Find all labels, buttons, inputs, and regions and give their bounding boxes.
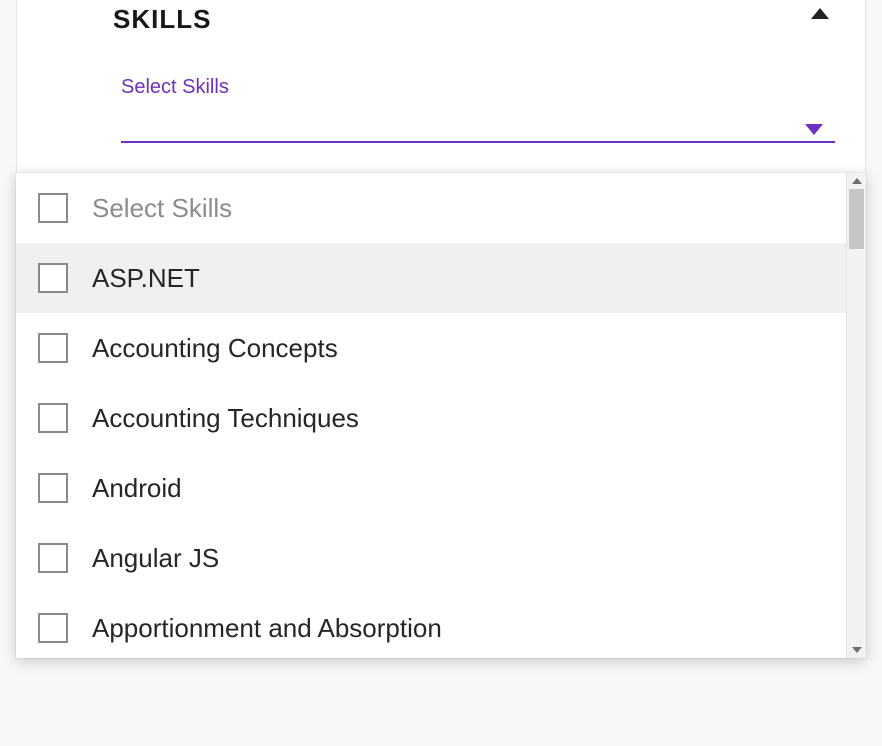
option-label: Accounting Concepts bbox=[92, 333, 338, 364]
checkbox-icon[interactable] bbox=[38, 613, 68, 643]
option-label: Android bbox=[92, 473, 182, 504]
dropdown-options: Select Skills ASP.NET Accounting Concepts A… bbox=[16, 173, 846, 658]
section-title: SKILLS bbox=[113, 0, 865, 35]
skills-select[interactable]: Select Skills bbox=[121, 76, 835, 143]
dropdown-option[interactable]: ASP.NET bbox=[16, 243, 846, 313]
option-label: ASP.NET bbox=[92, 263, 200, 294]
checkbox-icon[interactable] bbox=[38, 263, 68, 293]
option-label: Select Skills bbox=[92, 193, 232, 224]
checkbox-icon[interactable] bbox=[38, 473, 68, 503]
card-header: SKILLS bbox=[17, 0, 865, 35]
checkbox-icon[interactable] bbox=[38, 193, 68, 223]
dropdown-option[interactable]: Accounting Techniques bbox=[16, 383, 846, 453]
select-label: Select Skills bbox=[121, 76, 835, 99]
dropdown-option[interactable]: Accounting Concepts bbox=[16, 313, 846, 383]
dropdown-option[interactable]: Angular JS bbox=[16, 523, 846, 593]
checkbox-icon[interactable] bbox=[38, 333, 68, 363]
dropdown-option[interactable]: Android bbox=[16, 453, 846, 523]
collapse-up-icon[interactable] bbox=[811, 8, 829, 19]
dropdown-option[interactable]: Select Skills bbox=[16, 173, 846, 243]
option-label: Apportionment and Absorption bbox=[92, 613, 442, 644]
scroll-up-icon[interactable] bbox=[852, 178, 862, 184]
select-underline bbox=[121, 141, 835, 143]
checkbox-icon[interactable] bbox=[38, 543, 68, 573]
dropdown-option[interactable]: Apportionment and Absorption bbox=[16, 593, 846, 658]
scroll-down-icon[interactable] bbox=[852, 647, 862, 653]
chevron-down-icon bbox=[805, 124, 823, 135]
option-label: Angular JS bbox=[92, 543, 219, 574]
scrollbar[interactable] bbox=[846, 173, 866, 658]
option-label: Accounting Techniques bbox=[92, 403, 359, 434]
scroll-thumb[interactable] bbox=[849, 189, 864, 249]
scroll-track[interactable] bbox=[847, 189, 866, 642]
skills-dropdown: Select Skills ASP.NET Accounting Concepts A… bbox=[16, 173, 866, 658]
checkbox-icon[interactable] bbox=[38, 403, 68, 433]
